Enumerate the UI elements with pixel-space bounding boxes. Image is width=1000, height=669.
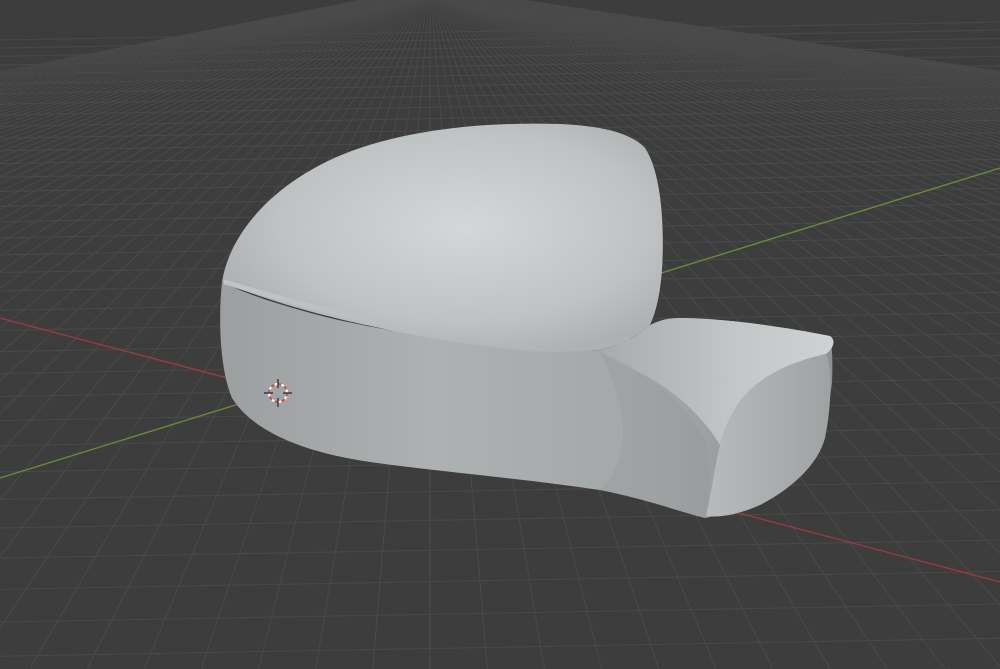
grid-line bbox=[0, 570, 1000, 590]
grid-line bbox=[0, 509, 1000, 529]
grid-line bbox=[0, 480, 1000, 500]
grid-line bbox=[0, 637, 1000, 657]
mirror-cap-mesh[interactable] bbox=[220, 123, 834, 518]
viewport-canvas[interactable] bbox=[0, 0, 1000, 669]
3d-viewport[interactable] bbox=[0, 0, 1000, 669]
grid-line bbox=[0, 107, 1000, 127]
